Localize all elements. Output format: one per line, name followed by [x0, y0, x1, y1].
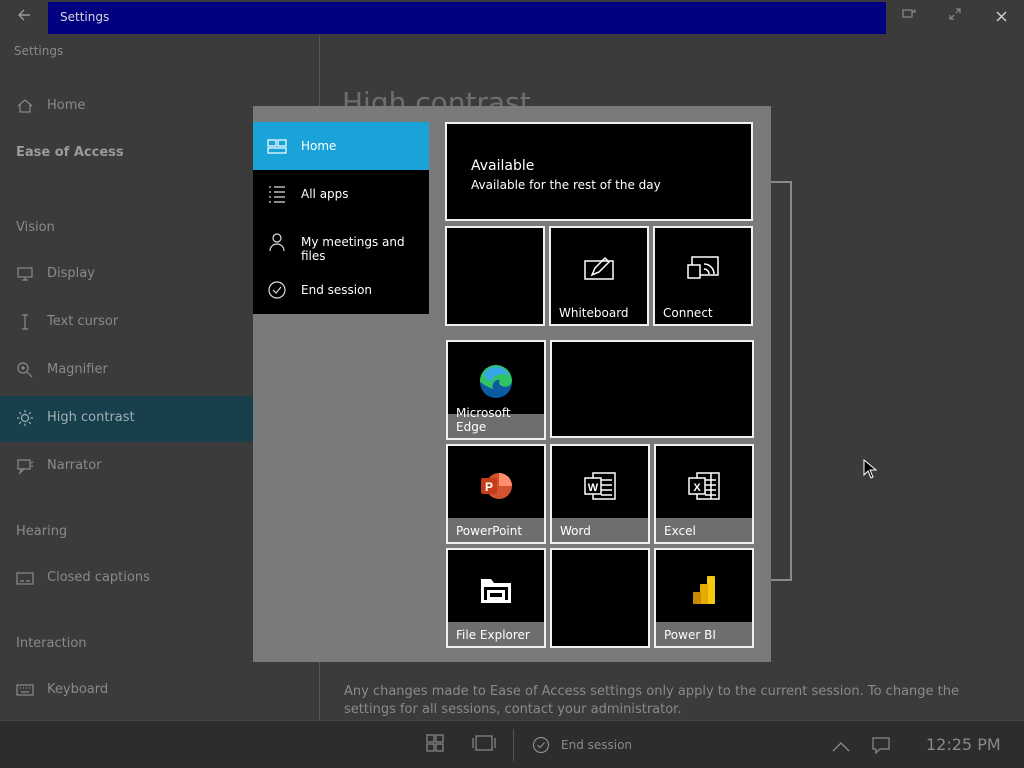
start-nav-all-apps[interactable]: All apps [253, 170, 429, 218]
microsoft-edge-label: Microsoft Edge [456, 406, 511, 434]
power-bi-tile[interactable]: Power BI [654, 548, 754, 648]
start-menu-nav: Home All apps My meetings and files End … [253, 122, 429, 314]
taskbar: End session 12:25 PM [0, 720, 1024, 768]
expand-icon[interactable] [942, 6, 968, 28]
pin-icon[interactable] [896, 6, 922, 28]
home-tiles-icon [267, 139, 287, 154]
nav-keyboard-label: Keyboard [47, 682, 109, 697]
word-label: Word [560, 524, 591, 538]
start-nav-end-session-label: End session [301, 283, 373, 297]
start-nav-end-session[interactable]: End session [253, 266, 429, 314]
presence-detail: Available for the rest of the day [471, 178, 661, 192]
person-icon [269, 233, 285, 252]
list-icon [269, 186, 285, 203]
nav-closed-captions-label: Closed captions [47, 570, 150, 585]
window-title-bar: Settings [48, 2, 886, 34]
excel-icon: X [688, 472, 720, 501]
close-icon[interactable] [988, 6, 1014, 28]
empty-tile[interactable] [550, 548, 650, 648]
presence-status: Available [471, 158, 535, 174]
start-menu: Home All apps My meetings and files End … [253, 106, 771, 662]
powerpoint-tile[interactable]: P PowerPoint [446, 444, 546, 544]
check-circle-icon [268, 281, 286, 299]
end-session-button[interactable]: End session [561, 738, 632, 752]
contrast-sun-icon [17, 410, 33, 426]
keyboard-icon [16, 684, 34, 696]
narrator-icon [17, 459, 34, 475]
whiteboard-icon [584, 257, 614, 281]
task-view-icon[interactable] [472, 734, 496, 756]
start-nav-meetings[interactable]: My meetings and files [253, 218, 429, 266]
section-heading: Ease of Access [16, 145, 124, 160]
windows-start-icon[interactable] [426, 734, 448, 756]
file-explorer-tile[interactable]: File Explorer [446, 548, 546, 648]
connect-label: Connect [663, 306, 713, 320]
notification-icon[interactable] [872, 736, 894, 758]
powerpoint-label: PowerPoint [456, 524, 523, 538]
start-nav-home-label: Home [301, 139, 337, 153]
nav-narrator-label: Narrator [47, 458, 102, 473]
text-cursor-icon [22, 314, 28, 330]
microsoft-edge-tile[interactable]: Microsoft Edge [446, 340, 546, 440]
start-nav-meetings-label: My meetings and files [301, 235, 405, 263]
group-heading-interaction: Interaction [16, 636, 87, 651]
nav-home-label: Home [47, 98, 86, 113]
power-bi-icon [693, 576, 715, 605]
excel-label: Excel [664, 524, 696, 538]
file-explorer-label: File Explorer [456, 628, 530, 642]
file-explorer-icon [481, 579, 511, 604]
svg-text:X: X [693, 482, 701, 494]
mouse-pointer-icon [863, 459, 877, 479]
whiteboard-label: Whiteboard [559, 306, 629, 320]
magnifier-icon [17, 362, 33, 378]
taskbar-separator [513, 729, 514, 761]
captions-icon [16, 572, 34, 585]
app-caption: Settings [14, 44, 64, 58]
nav-magnifier-label: Magnifier [47, 362, 108, 377]
word-icon: W [584, 472, 616, 501]
microsoft-edge-icon [479, 365, 512, 399]
word-tile[interactable]: W Word [550, 444, 650, 544]
presence-status-tile[interactable]: Available Available for the rest of the … [445, 122, 753, 221]
connect-icon [687, 256, 719, 280]
home-icon [17, 99, 33, 113]
powerpoint-icon: P [481, 473, 512, 500]
empty-tile[interactable] [445, 226, 545, 326]
nav-display-label: Display [47, 266, 95, 281]
group-heading-vision: Vision [16, 220, 55, 235]
group-heading-hearing: Hearing [16, 524, 68, 539]
svg-text:W: W [588, 482, 599, 494]
whiteboard-tile[interactable]: Whiteboard [549, 226, 649, 326]
nav-keyboard[interactable]: Keyboard [0, 668, 320, 714]
window-title: Settings [60, 10, 110, 24]
chevron-up-icon[interactable] [832, 738, 854, 760]
excel-tile[interactable]: X Excel [654, 444, 754, 544]
title-bar: Settings [0, 0, 1024, 35]
wide-empty-tile[interactable] [550, 340, 754, 438]
admin-footnote: Any changes made to Ease of Access setti… [344, 684, 959, 717]
connect-tile[interactable]: Connect [653, 226, 753, 326]
start-nav-home[interactable]: Home [253, 122, 429, 170]
svg-text:P: P [485, 480, 493, 494]
nav-text-cursor-label: Text cursor [47, 314, 119, 329]
power-bi-label: Power BI [664, 628, 716, 642]
start-nav-all-apps-label: All apps [301, 187, 349, 201]
end-session-icon[interactable] [532, 736, 554, 758]
monitor-icon [17, 267, 33, 281]
taskbar-clock[interactable]: 12:25 PM [926, 735, 1001, 754]
back-arrow-icon[interactable] [12, 6, 36, 28]
nav-high-contrast-label: High contrast [47, 410, 135, 425]
